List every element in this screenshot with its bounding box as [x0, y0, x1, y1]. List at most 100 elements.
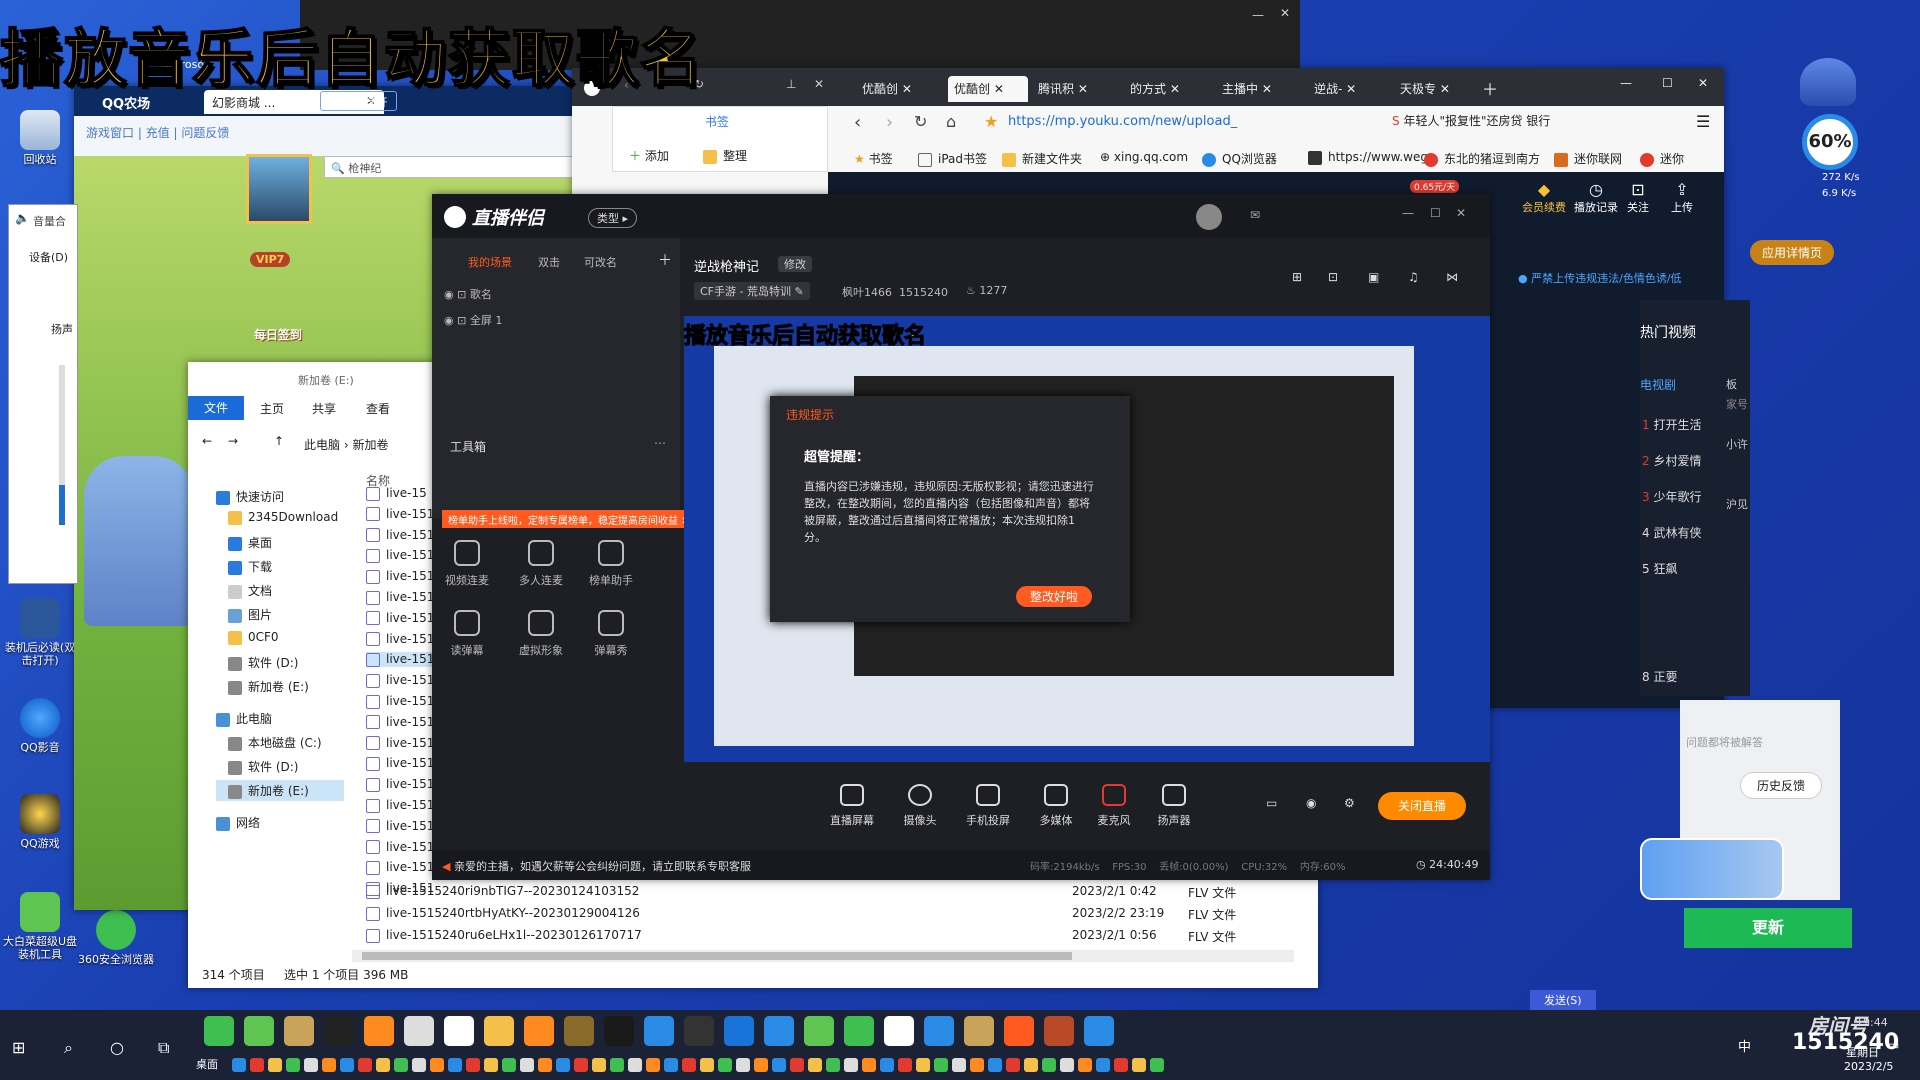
- desktop-icon-qqgame[interactable]: QQ游戏: [0, 794, 80, 850]
- table-row[interactable]: live-151: [366, 798, 434, 813]
- browser-tab-1[interactable]: 优酷创 ✕: [856, 76, 946, 102]
- breadcrumb[interactable]: 此电脑 › 新加卷: [304, 436, 388, 453]
- quicklaunch-icon[interactable]: [376, 1058, 390, 1072]
- bookmark-mini-2[interactable]: 迷你: [1640, 150, 1684, 167]
- quicklaunch-icon[interactable]: [1006, 1058, 1020, 1072]
- bookmark-dongbei[interactable]: 东北的猪逗到南方: [1424, 150, 1540, 167]
- bookmark-ipad[interactable]: iPad书签: [918, 150, 987, 167]
- quicklaunch-icon[interactable]: [736, 1058, 750, 1072]
- taskbar-app-icon[interactable]: [1044, 1016, 1074, 1046]
- nav-pictures[interactable]: 图片: [228, 606, 272, 623]
- taskbar-app-icon[interactable]: [484, 1016, 514, 1046]
- tab-my-scenes[interactable]: 我的场景: [468, 254, 512, 270]
- quicklaunch-icon[interactable]: [1078, 1058, 1092, 1072]
- upload-button[interactable]: ⇪ 上传: [1662, 180, 1702, 215]
- vip-badge[interactable]: VIP7: [250, 252, 291, 267]
- bell-icon[interactable]: ♫: [1408, 270, 1419, 284]
- ctrl-camera[interactable]: 摄像头: [892, 784, 948, 828]
- game-search-input[interactable]: 🔍 枪神纪: [324, 156, 574, 178]
- nav-network[interactable]: 网络: [216, 814, 260, 831]
- close-live-button[interactable]: 关闭直播: [1378, 792, 1466, 820]
- browser-tab-6[interactable]: 逆战- ✕: [1308, 76, 1398, 102]
- eye-icon[interactable]: ◉: [444, 288, 454, 301]
- quicklaunch-icon[interactable]: [322, 1058, 336, 1072]
- quicklaunch-icon[interactable]: [1060, 1058, 1074, 1072]
- table-row[interactable]: live-151: [366, 652, 435, 667]
- quicklaunch-icon[interactable]: [646, 1058, 660, 1072]
- desktop-icon-qqplayer[interactable]: QQ影音: [0, 698, 80, 754]
- quicklaunch-icon[interactable]: [574, 1058, 588, 1072]
- taskbar-app-icon[interactable]: [804, 1016, 834, 1046]
- nav-home-icon[interactable]: ⌂: [946, 112, 956, 131]
- minimize-icon[interactable]: —: [1252, 8, 1264, 22]
- tab-tv[interactable]: 电视剧: [1640, 376, 1676, 393]
- tab-double-click[interactable]: 双击: [538, 254, 560, 270]
- menu-feedback[interactable]: 问题反馈: [181, 126, 229, 140]
- desktop-label[interactable]: 桌面: [196, 1056, 218, 1072]
- minimize-icon[interactable]: —: [1402, 206, 1414, 220]
- table-row[interactable]: live-151: [366, 840, 434, 855]
- quicklaunch-icon[interactable]: [934, 1058, 948, 1072]
- bookmark-weg[interactable]: https://www.weg: [1308, 150, 1428, 165]
- taskbar-app-icon[interactable]: [564, 1016, 594, 1046]
- bookmark-folder[interactable]: 新建文件夹: [1002, 150, 1082, 167]
- edit-title-button[interactable]: 修改: [778, 256, 812, 272]
- desktop-icon-recycle-bin[interactable]: 回收站: [0, 110, 80, 166]
- horizontal-scrollbar[interactable]: [352, 950, 1294, 962]
- quicklaunch-icon[interactable]: [1096, 1058, 1110, 1072]
- favorite-star-icon[interactable]: ★: [984, 112, 998, 131]
- ctrl-screen[interactable]: 直播屏幕: [824, 784, 880, 828]
- tool-multi-linkmic[interactable]: 多人连麦: [506, 540, 576, 588]
- nav-quick-access[interactable]: 快速访问: [216, 488, 284, 505]
- quicklaunch-icon[interactable]: [844, 1058, 858, 1072]
- scrollbar-thumb[interactable]: [362, 952, 1072, 960]
- table-row[interactable]: live-151: [366, 819, 434, 834]
- taskbar-app-icon[interactable]: [204, 1016, 234, 1046]
- tool-rank-helper[interactable]: 榜单助手: [576, 540, 646, 588]
- hot-item-3[interactable]: 3 少年歌行: [1642, 488, 1701, 505]
- taskbar-app-icon[interactable]: [1084, 1016, 1114, 1046]
- close-icon[interactable]: ✕: [1456, 206, 1466, 220]
- speed-meter[interactable]: 60%: [1802, 114, 1858, 170]
- menu-recharge[interactable]: 充值: [146, 126, 170, 140]
- maximize-icon[interactable]: ☐: [1430, 206, 1441, 220]
- hot-item-5[interactable]: 5 狂飙: [1642, 560, 1677, 577]
- quicklaunch-icon[interactable]: [1042, 1058, 1056, 1072]
- quicklaunch-icon[interactable]: [232, 1058, 246, 1072]
- quicklaunch-icon[interactable]: [484, 1058, 498, 1072]
- send-button[interactable]: 发送(S): [1530, 990, 1596, 1010]
- taskbar-app-icon[interactable]: [684, 1016, 714, 1046]
- bookmark-qqbrowser[interactable]: QQ浏览器: [1202, 150, 1277, 167]
- menu-game-window[interactable]: 游戏窗口: [86, 126, 134, 140]
- gift-icon[interactable]: ⊞: [1292, 270, 1302, 284]
- nav-drive-d[interactable]: 软件 (D:): [228, 654, 298, 671]
- fix-done-button[interactable]: 整改好啦: [1016, 586, 1093, 607]
- quicklaunch-icon[interactable]: [916, 1058, 930, 1072]
- hot-item-8[interactable]: 8 正要: [1642, 668, 1677, 685]
- table-row[interactable]: live-1515240ri9nbTIG7--20230124103152 202…: [366, 884, 1266, 900]
- hot-item-4[interactable]: 4 武林有侠: [1642, 524, 1701, 541]
- quicklaunch-icon[interactable]: [592, 1058, 606, 1072]
- lock-icon[interactable]: ⊡: [457, 288, 466, 301]
- search-box[interactable]: S 年轻人"报复性"还房贷 银行: [1392, 112, 1632, 134]
- taskbar-app-icon[interactable]: [924, 1016, 954, 1046]
- nav-downloads[interactable]: 下载: [228, 558, 272, 575]
- bookmark-star[interactable]: ★ 书签: [854, 150, 893, 167]
- quicklaunch-icon[interactable]: [700, 1058, 714, 1072]
- tool-video-linkmic[interactable]: 视频连麦: [432, 540, 502, 588]
- share-icon[interactable]: ⋈: [1446, 270, 1458, 284]
- quicklaunch-icon[interactable]: [466, 1058, 480, 1072]
- quicklaunch-icon[interactable]: [1024, 1058, 1038, 1072]
- footer-notice[interactable]: ◀ 亲爱的主播，如遇欠薪等公会纠纷问题，请立即联系专职客服: [442, 858, 751, 874]
- browser-tab-2-active[interactable]: 优酷创 ✕: [948, 76, 1028, 102]
- table-row[interactable]: live-151: [366, 673, 434, 688]
- taskbar-app-icon[interactable]: [764, 1016, 794, 1046]
- nav-forward-icon[interactable]: ›: [886, 112, 893, 133]
- table-row[interactable]: live-151: [366, 736, 434, 751]
- taskbar-app-icon[interactable]: [244, 1016, 274, 1046]
- quicklaunch-icon[interactable]: [628, 1058, 642, 1072]
- quicklaunch-icon[interactable]: [268, 1058, 282, 1072]
- nav-reload-icon[interactable]: ↻: [914, 112, 927, 131]
- quicklaunch-icon[interactable]: [502, 1058, 516, 1072]
- settings-gear-icon[interactable]: ⚙: [1344, 796, 1355, 810]
